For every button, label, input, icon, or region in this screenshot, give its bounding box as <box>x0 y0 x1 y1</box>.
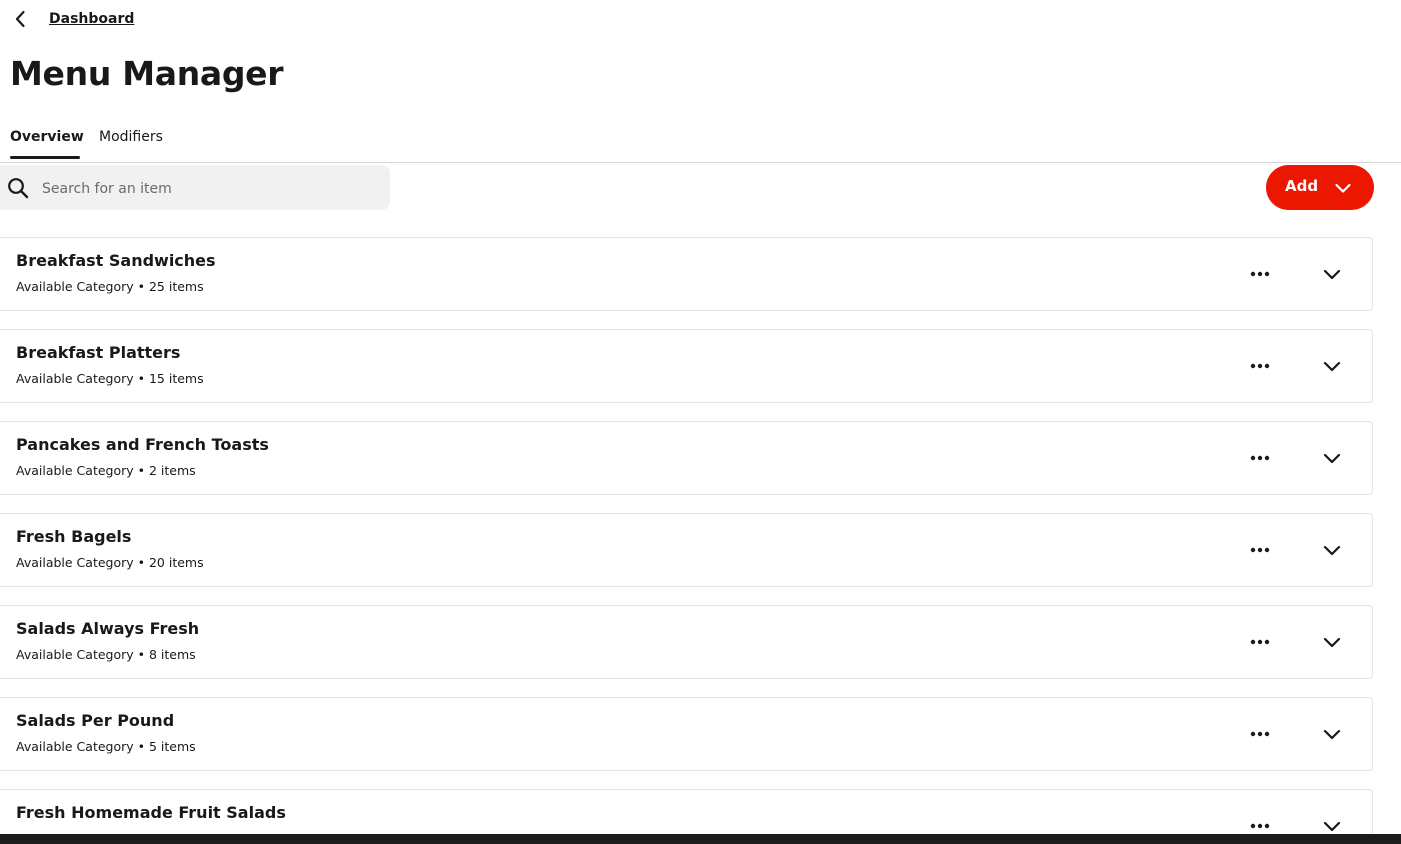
more-options-icon[interactable] <box>1246 628 1274 656</box>
page-title: Menu Manager <box>10 54 284 93</box>
expand-chevron-icon[interactable] <box>1318 260 1346 288</box>
breadcrumb: Dashboard <box>14 8 134 30</box>
expand-chevron-icon[interactable] <box>1318 352 1346 380</box>
category-meta: Available Category • 2 items <box>16 463 196 478</box>
category-name: Fresh Bagels <box>16 527 132 546</box>
add-button-label: Add <box>1285 177 1319 195</box>
tab-modifiers[interactable]: Modifiers <box>99 127 163 161</box>
category-meta: Available Category • 25 items <box>16 279 204 294</box>
breadcrumb-dashboard-link[interactable]: Dashboard <box>49 11 134 27</box>
expand-chevron-icon[interactable] <box>1318 536 1346 564</box>
search-input[interactable] <box>40 165 384 212</box>
category-name: Fresh Homemade Fruit Salads <box>16 803 286 822</box>
chevron-down-icon <box>1334 179 1352 197</box>
expand-chevron-icon[interactable] <box>1318 444 1346 472</box>
expand-chevron-icon[interactable] <box>1318 628 1346 656</box>
add-button[interactable]: Add <box>1266 165 1374 210</box>
category-name: Salads Per Pound <box>16 711 175 730</box>
more-options-icon[interactable] <box>1246 720 1274 748</box>
category-name: Salads Always Fresh <box>16 619 200 638</box>
active-tab-indicator <box>10 156 80 159</box>
search-box <box>0 165 390 212</box>
category-row[interactable]: Breakfast Platters Available Category • … <box>0 329 1373 403</box>
category-name: Breakfast Sandwiches <box>16 251 216 270</box>
category-meta: Available Category • 15 items <box>16 371 204 386</box>
more-options-icon[interactable] <box>1246 536 1274 564</box>
more-options-icon[interactable] <box>1246 444 1274 472</box>
menu-manager-page: Dashboard Menu Manager Overview Modifier… <box>0 0 1401 844</box>
more-options-icon[interactable] <box>1246 260 1274 288</box>
chevron-left-icon[interactable] <box>14 9 30 29</box>
category-row[interactable]: Pancakes and French Toasts Available Cat… <box>0 421 1373 495</box>
bottom-taskbar-strip <box>0 834 1401 844</box>
category-row[interactable]: Salads Always Fresh Available Category •… <box>0 605 1373 679</box>
search-icon <box>7 177 29 199</box>
more-options-icon[interactable] <box>1246 352 1274 380</box>
category-row[interactable]: Breakfast Sandwiches Available Category … <box>0 237 1373 311</box>
category-name: Breakfast Platters <box>16 343 181 362</box>
category-meta: Available Category • 20 items <box>16 555 204 570</box>
category-meta: Available Category • 8 items <box>16 647 196 662</box>
category-name: Pancakes and French Toasts <box>16 435 269 454</box>
tab-bar: Overview Modifiers <box>0 122 1401 163</box>
category-row[interactable]: Salads Per Pound Available Category • 5 … <box>0 697 1373 771</box>
expand-chevron-icon[interactable] <box>1318 720 1346 748</box>
category-row[interactable]: Fresh Bagels Available Category • 20 ite… <box>0 513 1373 587</box>
category-meta: Available Category • 5 items <box>16 739 196 754</box>
